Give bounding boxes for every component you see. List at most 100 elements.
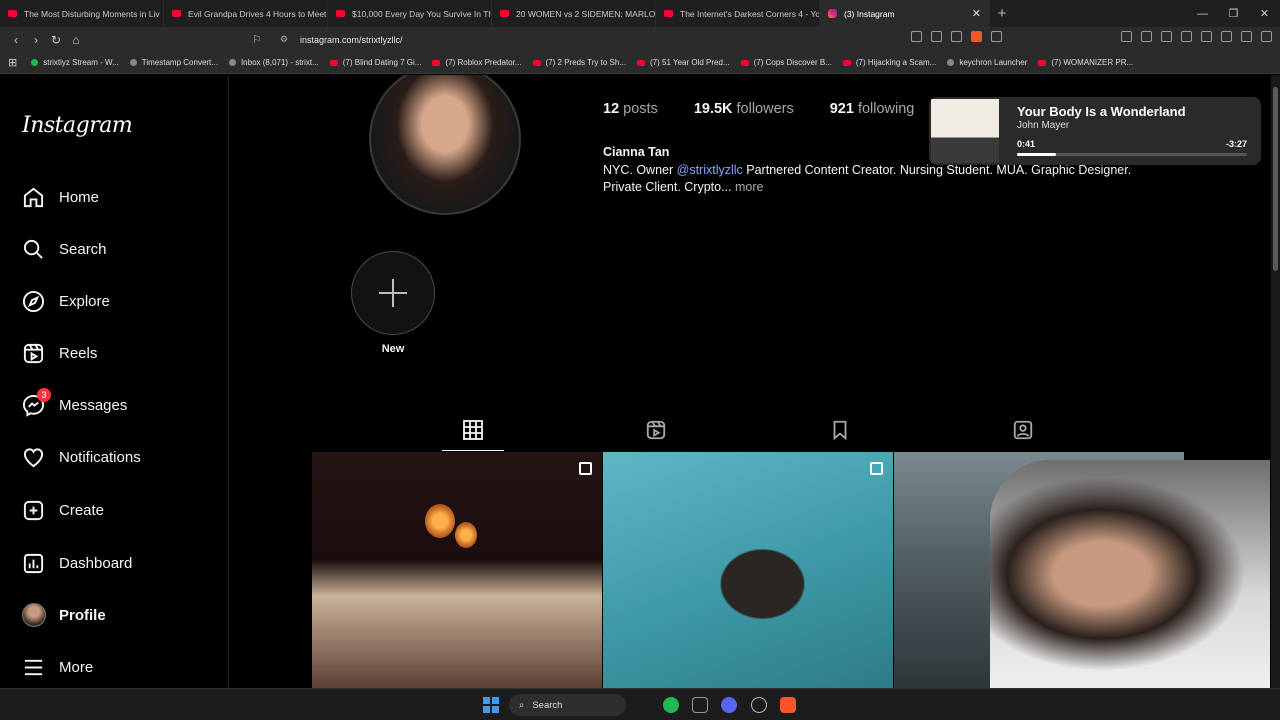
bookmark-item[interactable]: strixtlyz Stream - W... xyxy=(31,58,119,67)
sidebar-item-profile[interactable]: Profile xyxy=(22,601,106,629)
bookmark-item[interactable]: (7) 51 Year Old Pred... xyxy=(637,58,730,67)
site-info-icon[interactable]: ⚙ xyxy=(280,34,300,45)
new-highlight-button[interactable]: New xyxy=(351,251,435,355)
bookmark-item[interactable]: (7) Roblox Predator... xyxy=(432,58,522,67)
share-icon[interactable] xyxy=(951,31,962,42)
vpn-icon[interactable] xyxy=(1241,31,1252,42)
discord-icon[interactable] xyxy=(721,697,737,713)
bookmark-icon xyxy=(31,59,39,66)
sidebar-item-dashboard[interactable]: Dashboard xyxy=(22,549,132,577)
search-icon xyxy=(23,239,43,259)
page-scrollbar[interactable] xyxy=(1271,75,1280,688)
profile-tabs xyxy=(312,405,1184,451)
album-art xyxy=(931,99,999,163)
bookmark-icon[interactable]: ⚐ xyxy=(252,33,280,46)
sidebar-item-reels[interactable]: Reels xyxy=(22,339,97,367)
sidebar-item-more[interactable]: More xyxy=(22,653,93,681)
bookmarks-bar: ⊞ strixtlyz Stream - W... Timestamp Conv… xyxy=(0,52,1280,74)
reload-icon[interactable]: ↻ xyxy=(46,33,66,47)
app-icon[interactable] xyxy=(692,697,708,713)
plus-icon xyxy=(379,279,407,307)
following-stat[interactable]: 921 following xyxy=(830,101,915,117)
maximize-icon[interactable]: ❐ xyxy=(1218,7,1249,20)
bookmark-item[interactable]: (7) Hijacking a Scam... xyxy=(842,58,936,67)
new-highlight-circle xyxy=(351,251,435,335)
browser-tab[interactable]: Evil Grandpa Drives 4 Hours to Meet xyxy=(164,0,328,27)
bookmark-item[interactable]: Inbox (8,071) - strixt... xyxy=(228,58,319,67)
multiple-posts-icon xyxy=(870,462,883,475)
sidebar-item-messages[interactable]: 3 Messages xyxy=(22,388,127,419)
bookmark-icon xyxy=(129,59,137,66)
settings-icon[interactable] xyxy=(751,697,767,713)
song-title: Your Body Is a Wonderland xyxy=(1017,104,1186,119)
post-thumbnail[interactable] xyxy=(312,452,602,688)
url-field[interactable]: ⚐ ⚙ instagram.com/strixtlyzllc/ xyxy=(252,30,1004,49)
followers-stat[interactable]: 19.5K followers xyxy=(694,101,794,117)
home-browser-icon[interactable]: ⌂ xyxy=(66,33,86,47)
rewards-icon[interactable] xyxy=(991,31,1002,42)
spotify-icon[interactable] xyxy=(663,697,679,713)
sidebar-item-home[interactable]: Home xyxy=(22,183,99,211)
bio-more-link[interactable]: more xyxy=(735,180,763,194)
back-icon[interactable]: ‹ xyxy=(6,33,26,47)
sidebar-item-notifications[interactable]: Notifications xyxy=(22,443,141,471)
browser-tab-bar: The Most Disturbing Moments in Liv Evil … xyxy=(0,0,1280,27)
music-icon[interactable] xyxy=(1161,31,1172,42)
scrollbar-thumb[interactable] xyxy=(1273,87,1278,271)
tab-reels[interactable] xyxy=(645,419,667,441)
bookmark-item[interactable]: (7) 2 Preds Try to Sh... xyxy=(532,58,626,67)
wallet-icon[interactable] xyxy=(1201,31,1212,42)
tab-tagged[interactable] xyxy=(1012,419,1034,441)
browser-menu-icon[interactable] xyxy=(1261,31,1272,42)
brave-shield-icon[interactable] xyxy=(971,31,982,42)
playback-progress-fill xyxy=(1017,153,1057,156)
apps-grid-icon[interactable]: ⊞ xyxy=(8,56,17,69)
sidebar-item-create[interactable]: Create xyxy=(22,496,104,524)
search-icon: ⌕ xyxy=(519,699,525,711)
bookmark-item[interactable]: Timestamp Convert... xyxy=(129,58,218,67)
post-thumbnail[interactable] xyxy=(603,452,893,688)
heart-icon xyxy=(23,447,44,467)
bookmark-item[interactable]: (7) WOMANIZER PR... xyxy=(1038,58,1133,67)
browser-tab-active[interactable]: (3) Instagram ✕ xyxy=(820,0,990,27)
bookmark-item[interactable]: (7) Blind Dating 7 Gi... xyxy=(329,58,421,67)
sidebar-item-explore[interactable]: Explore xyxy=(22,287,110,315)
windows-start-icon[interactable] xyxy=(483,697,499,713)
post-image-lamp xyxy=(455,522,477,548)
extensions-icon[interactable] xyxy=(1121,31,1132,42)
instagram-logo[interactable]: Instagram xyxy=(22,113,133,138)
gmail-icon xyxy=(228,59,236,66)
browser-tab[interactable]: 20 WOMEN vs 2 SIDEMEN: MARLON xyxy=(492,0,656,27)
taskbar-search[interactable]: ⌕ Search xyxy=(509,694,626,716)
song-artist: John Mayer xyxy=(1017,120,1070,131)
leo-icon[interactable] xyxy=(1221,31,1232,42)
browser-tab[interactable]: The Internet's Darkest Corners 4 - Yo xyxy=(656,0,820,27)
window-controls: — ❐ ✕ xyxy=(1187,0,1280,27)
profile-stats: 12 posts 19.5K followers 921 following xyxy=(603,101,914,117)
minimize-icon[interactable]: — xyxy=(1187,8,1218,20)
youtube-icon xyxy=(842,59,851,66)
close-window-icon[interactable]: ✕ xyxy=(1249,7,1280,20)
extension-icons xyxy=(911,31,1272,42)
screenshot-icon[interactable] xyxy=(1141,31,1152,42)
browser-tab[interactable]: $10,000 Every Day You Survive In The xyxy=(328,0,492,27)
close-tab-icon[interactable]: ✕ xyxy=(972,7,981,20)
grid-icon xyxy=(463,420,483,440)
profile-picture[interactable] xyxy=(369,75,521,215)
tab-saved[interactable] xyxy=(829,419,851,441)
bookmark-item[interactable]: (7) Cops Discover B... xyxy=(740,58,832,67)
new-tab-button[interactable]: + xyxy=(990,5,1014,22)
brave-icon[interactable] xyxy=(780,697,796,713)
browser-tab[interactable]: The Most Disturbing Moments in Liv xyxy=(0,0,164,27)
bio-mention-link[interactable]: @strixtlyzllc xyxy=(677,163,743,177)
tab-posts[interactable] xyxy=(442,419,504,451)
bookmark-item[interactable]: keychron Launcher xyxy=(947,58,1027,67)
youtube-icon xyxy=(432,59,441,66)
sidebar-item-search[interactable]: Search xyxy=(22,235,107,263)
cast-icon[interactable] xyxy=(911,31,922,42)
youtube-icon xyxy=(532,59,541,66)
sidebar-toggle-icon[interactable] xyxy=(1181,31,1192,42)
messages-badge: 3 xyxy=(37,388,51,402)
zoom-icon[interactable] xyxy=(931,31,942,42)
forward-icon[interactable]: › xyxy=(26,33,46,47)
